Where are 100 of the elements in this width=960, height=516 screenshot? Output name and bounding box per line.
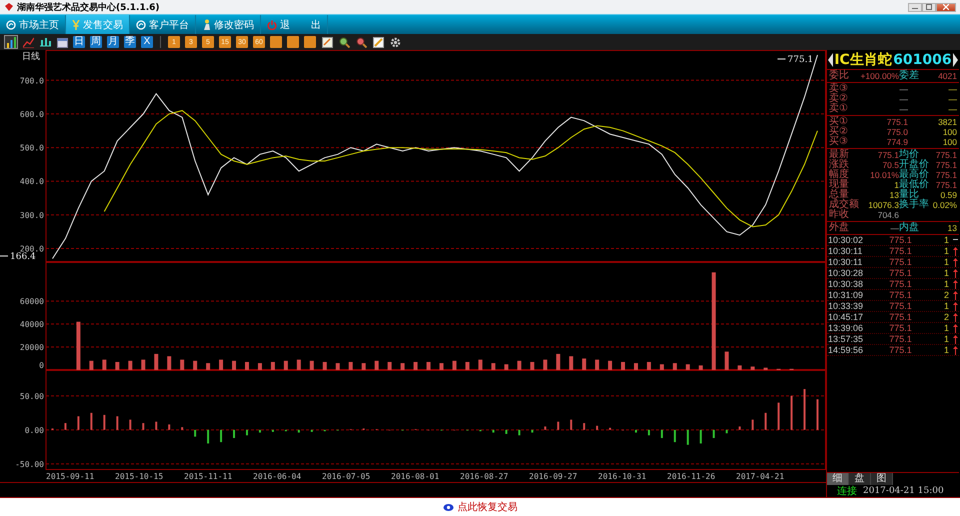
- volume-bar: [154, 354, 158, 370]
- volume-bar: [284, 360, 288, 370]
- macd-bar: [168, 424, 170, 430]
- volume-bar: [426, 362, 431, 370]
- axis-label: 600.0: [20, 110, 44, 119]
- macd-bar: [804, 389, 806, 430]
- zoom-in-button[interactable]: [337, 35, 351, 49]
- gear-button[interactable]: [388, 35, 402, 49]
- order-price: —: [898, 104, 908, 114]
- field-label: 开盘价: [899, 160, 930, 170]
- trade-volume: 1: [942, 257, 949, 267]
- resume-trading-link[interactable]: 点此恢复交易: [442, 500, 518, 514]
- maximize-icon: [926, 4, 932, 10]
- period-button[interactable]: [269, 35, 283, 49]
- volume-bar: [322, 362, 327, 370]
- field-value: 775.1: [934, 150, 957, 160]
- calendar-button[interactable]: [55, 35, 69, 49]
- volume-bar: [660, 364, 664, 370]
- axis-label: 20000: [20, 343, 44, 352]
- field-label: 委比: [829, 71, 850, 81]
- volume-bar: [608, 360, 612, 370]
- field-value: 775.1: [934, 170, 957, 180]
- period-button[interactable]: X: [140, 35, 154, 49]
- trade-price: 775.1: [888, 246, 913, 256]
- volume-bar: [102, 360, 106, 370]
- date-label: 2015-09-11: [46, 472, 94, 480]
- trade-volume: 1: [942, 323, 949, 333]
- volume-bar: [452, 360, 456, 370]
- pencil-button[interactable]: [371, 35, 385, 49]
- trend-button[interactable]: [21, 35, 35, 49]
- macd-bar: [557, 422, 560, 430]
- volume-bar: [646, 362, 651, 370]
- macd-bar: [246, 430, 248, 436]
- field-label: 总量: [829, 190, 849, 200]
- trade-time: 10:31:09: [828, 290, 864, 300]
- period-button[interactable]: [303, 35, 317, 49]
- date-label: 2016-10-31: [598, 472, 646, 480]
- minimize-icon: [912, 6, 918, 8]
- yen-icon: [72, 20, 80, 30]
- field-label: 现量: [829, 180, 850, 190]
- trade-time: 10:30:38: [828, 279, 864, 289]
- previous-arrow-icon[interactable]: [828, 52, 833, 66]
- macd-bar: [194, 430, 196, 437]
- volume-bar: [556, 354, 560, 370]
- next-arrow-icon[interactable]: [952, 52, 958, 66]
- axis-label: -50.00: [15, 460, 44, 469]
- period-button[interactable]: 周: [89, 35, 103, 49]
- date-label: 2016-09-27: [529, 472, 577, 480]
- bars-button[interactable]: [4, 35, 18, 49]
- panel-tab[interactable]: 图: [871, 473, 893, 485]
- period-button[interactable]: [286, 35, 300, 49]
- trade-time: 10:30:11: [828, 246, 864, 256]
- volume-bar: [634, 363, 638, 370]
- order-volume: —: [948, 94, 957, 104]
- trade-volume: 1: [942, 345, 949, 355]
- volume-bar: [465, 362, 470, 370]
- order-label: 卖②: [829, 94, 849, 104]
- axis-label: 0: [39, 361, 44, 370]
- volume-bar: [167, 356, 172, 370]
- panel-tab[interactable]: 细: [827, 473, 849, 485]
- menu-tab[interactable]: 发售交易: [66, 15, 130, 34]
- field-value: 0.59: [939, 190, 957, 200]
- macd-bar: [764, 412, 767, 430]
- date-label: 2017-04-21: [736, 472, 784, 480]
- trade-price: 775.1: [888, 279, 913, 289]
- price-label: 166.4: [0, 252, 36, 262]
- order-volume: 100: [942, 127, 957, 137]
- macd-bar: [726, 430, 728, 434]
- order-volume: —: [948, 104, 957, 114]
- period-button[interactable]: 月: [106, 35, 120, 49]
- axis-label: 50.00: [20, 392, 44, 401]
- axis-label: 700.0: [20, 76, 44, 86]
- trade-price: 775.1: [888, 290, 913, 300]
- trade-volume: 1: [942, 334, 949, 344]
- note-button[interactable]: [320, 35, 334, 49]
- field-value: 10076.3: [867, 200, 899, 210]
- order-label: 卖③: [829, 84, 849, 94]
- macd-bar: [492, 430, 494, 433]
- candles-button[interactable]: [38, 35, 52, 49]
- minimize-button[interactable]: [908, 2, 922, 12]
- period-button[interactable]: 季: [123, 35, 137, 49]
- trade-time: 10:33:39: [828, 301, 864, 311]
- volume-bar: [89, 360, 94, 370]
- maximize-button[interactable]: [922, 2, 936, 12]
- field-label: 昨收: [829, 210, 850, 220]
- volume-bar: [270, 362, 275, 370]
- period-button[interactable]: 日: [72, 35, 86, 49]
- close-button[interactable]: [936, 2, 956, 12]
- panel-tab[interactable]: 盘: [849, 473, 871, 485]
- field-label: 均价: [899, 150, 919, 160]
- macd-bar: [700, 430, 702, 444]
- volume-bar: [362, 363, 366, 370]
- trade-price: 775.1: [888, 257, 913, 267]
- trade-volume: 1: [942, 279, 949, 289]
- volume-bar: [738, 365, 742, 370]
- trade-price: 775.1: [888, 301, 913, 311]
- macd-bar: [544, 426, 546, 430]
- macd-bar: [738, 426, 741, 430]
- zoom-out-button[interactable]: [354, 35, 368, 49]
- volume-bar: [686, 364, 690, 370]
